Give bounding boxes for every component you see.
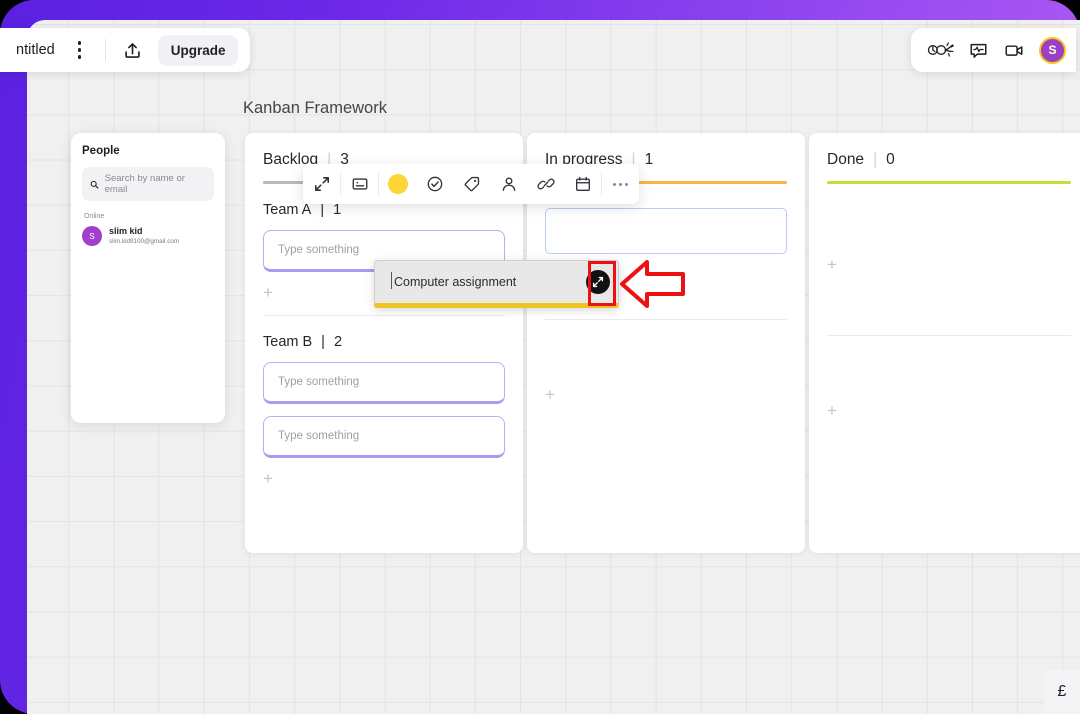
people-search-placeholder: Search by name or email <box>104 173 185 195</box>
section-team-b-separator: | <box>321 333 325 350</box>
sticky-note-icon[interactable] <box>341 164 378 204</box>
expand-arrows-icon[interactable] <box>303 164 340 204</box>
section-divider <box>545 318 787 320</box>
person-icon[interactable] <box>490 164 527 204</box>
person-email: slim.kid9100@gmail.com <box>109 237 180 245</box>
link-icon[interactable] <box>527 164 564 204</box>
card-placeholder[interactable]: Type something <box>263 361 505 404</box>
yellow-color-dot <box>387 174 408 194</box>
section-team-b-title: Team B <box>263 333 313 350</box>
color-swatch-yellow-icon[interactable] <box>379 164 416 204</box>
reactions-doodle-icon[interactable] <box>927 35 957 65</box>
annotation-arrow-left <box>620 260 685 308</box>
column-done[interactable]: Done | 0 + + <box>809 133 1080 553</box>
person-name: slim kid <box>109 226 143 237</box>
column-done-count: 0 <box>886 151 895 168</box>
people-panel: People Search by name or email Online S … <box>71 133 225 423</box>
column-done-rule <box>827 181 1071 184</box>
top-right-toolbar: S <box>911 28 1076 72</box>
person-avatar: S <box>82 226 102 246</box>
card-placeholder[interactable]: Type something <box>263 415 505 458</box>
add-card-team-a-button[interactable]: + <box>263 284 279 301</box>
video-camera-icon[interactable] <box>999 35 1029 65</box>
board-canvas[interactable]: Kanban Framework People Search by name o… <box>27 20 1080 714</box>
section-team-b-header: Team B | 2 <box>263 334 505 350</box>
check-circle-icon[interactable] <box>416 164 453 204</box>
add-card-done-lower-button[interactable]: + <box>827 402 843 419</box>
bottom-right-glyph: £ <box>1057 683 1067 700</box>
add-card-in-progress-lower-button[interactable]: + <box>545 386 561 403</box>
column-done-header: Done | 0 <box>809 133 1080 169</box>
document-title[interactable]: ntitled <box>0 42 67 58</box>
section-team-b: Team B | 2 Type something Type something… <box>245 334 523 487</box>
toolbar-divider <box>104 39 106 61</box>
board-title: Kanban Framework <box>243 99 387 117</box>
section-divider <box>827 334 1071 336</box>
annotation-highlight-box <box>588 261 616 306</box>
card-drop-target[interactable] <box>545 207 787 254</box>
upgrade-button[interactable]: Upgrade <box>157 34 239 66</box>
people-heading: People <box>82 145 120 157</box>
section-team-b-count: 2 <box>333 333 343 350</box>
app-root: Kanban Framework People Search by name o… <box>0 0 1080 714</box>
dragged-card[interactable]: Computer assignment <box>374 260 619 308</box>
add-card-done-button[interactable]: + <box>827 256 843 273</box>
share-upload-icon[interactable] <box>118 35 148 65</box>
more-vertical-icon[interactable] <box>67 35 93 65</box>
user-avatar[interactable]: S <box>1039 36 1066 64</box>
tag-icon[interactable] <box>453 164 490 204</box>
online-label: Online <box>84 213 105 220</box>
top-left-toolbar: ntitled Upgrade <box>0 28 251 72</box>
chat-pulse-icon[interactable] <box>963 35 993 65</box>
column-in-progress-count: 1 <box>644 151 654 168</box>
bottom-right-widget[interactable]: £ <box>1044 670 1080 714</box>
more-horizontal-icon[interactable] <box>602 164 639 204</box>
column-done-separator: | <box>873 151 878 168</box>
add-card-team-b-button[interactable]: + <box>263 470 279 487</box>
person-list-item[interactable]: S slim kid slim.kid9100@gmail.com <box>82 226 214 246</box>
column-done-title: Done <box>827 151 865 168</box>
dragged-card-text: Computer assignment <box>394 275 517 289</box>
section-divider <box>263 314 505 316</box>
element-toolbar[interactable] <box>303 164 639 204</box>
text-caret <box>391 272 393 289</box>
people-search-input[interactable]: Search by name or email <box>82 167 214 201</box>
calendar-icon[interactable] <box>564 164 601 204</box>
search-icon <box>90 180 99 189</box>
